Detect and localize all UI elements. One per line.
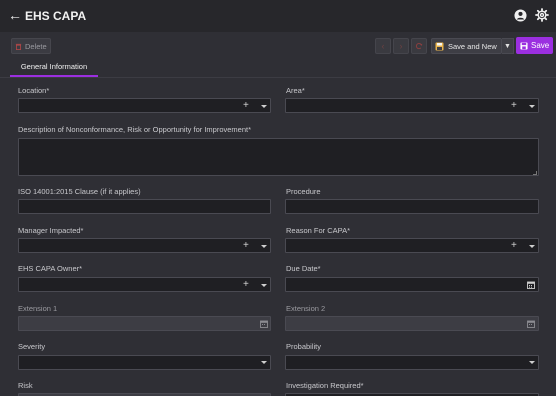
next-record-button[interactable]: › xyxy=(393,38,409,54)
delete-button[interactable]: Delete xyxy=(11,38,51,54)
procedure-label: Procedure xyxy=(286,187,321,196)
iso-clause-label: ISO 14001:2015 Clause (if it applies) xyxy=(18,187,141,196)
resize-handle[interactable] xyxy=(533,171,537,175)
chevron-down-icon[interactable] xyxy=(261,284,267,287)
chevron-right-icon: › xyxy=(399,41,403,51)
extension-2-input xyxy=(285,316,539,331)
back-arrow-icon[interactable]: ← xyxy=(8,7,22,23)
tab-general-information[interactable]: General Information xyxy=(10,60,98,76)
delete-label: Delete xyxy=(25,41,47,51)
refresh-icon xyxy=(415,42,423,50)
refresh-button[interactable] xyxy=(411,38,427,54)
area-label: Area* xyxy=(286,86,305,95)
save-label: Save xyxy=(531,41,550,50)
save-icon xyxy=(435,42,444,50)
save-and-new-label: Save and New xyxy=(448,41,497,51)
area-input[interactable] xyxy=(285,98,539,113)
iso-clause-input[interactable] xyxy=(18,199,271,214)
probability-select[interactable] xyxy=(285,355,539,370)
extension-1-label: Extension 1 xyxy=(18,304,58,313)
chevron-down-icon[interactable] xyxy=(261,245,267,248)
prev-record-button[interactable]: ‹ xyxy=(375,38,391,54)
chevron-left-icon: ‹ xyxy=(381,41,385,51)
chevron-down-icon[interactable] xyxy=(529,105,535,108)
plus-icon[interactable]: + xyxy=(511,239,517,252)
location-input[interactable] xyxy=(18,98,271,113)
due-date-label: Due Date* xyxy=(286,264,321,273)
extension-1-input xyxy=(18,316,271,331)
chevron-down-icon: ▼ xyxy=(504,42,511,50)
manager-impacted-label: Manager Impacted* xyxy=(18,226,84,235)
chevron-down-icon[interactable] xyxy=(261,105,267,108)
risk-label: Risk xyxy=(18,381,33,390)
calendar-icon[interactable] xyxy=(527,281,535,289)
probability-label: Probability xyxy=(286,342,322,351)
reason-for-capa-label: Reason For CAPA* xyxy=(286,226,351,235)
save-options-dropdown[interactable]: ▼ xyxy=(502,38,514,54)
investigation-required-label: Investigation Required* xyxy=(286,381,364,390)
app-title: EHS CAPA xyxy=(25,9,87,23)
description-label: Description of Nonconformance, Risk or O… xyxy=(18,125,252,134)
calendar-icon xyxy=(527,320,535,328)
location-label: Location* xyxy=(18,86,50,95)
ehs-capa-owner-input[interactable] xyxy=(18,277,271,292)
chevron-down-icon[interactable] xyxy=(529,245,535,248)
plus-icon[interactable]: + xyxy=(511,99,517,112)
due-date-input[interactable] xyxy=(285,277,539,292)
calendar-icon xyxy=(260,320,268,328)
user-icon[interactable] xyxy=(514,9,527,22)
severity-select[interactable] xyxy=(18,355,271,370)
description-textarea[interactable] xyxy=(18,138,539,176)
chevron-down-icon[interactable] xyxy=(261,361,267,364)
tab-divider xyxy=(0,77,556,78)
save-icon xyxy=(520,41,528,50)
severity-label: Severity xyxy=(18,342,46,351)
save-button[interactable]: Save xyxy=(516,37,553,54)
manager-impacted-input[interactable] xyxy=(18,238,271,253)
procedure-input[interactable] xyxy=(285,199,539,214)
plus-icon[interactable]: + xyxy=(243,99,249,112)
chevron-down-icon[interactable] xyxy=(529,361,535,364)
save-and-new-button[interactable]: Save and New xyxy=(431,38,502,54)
plus-icon[interactable]: + xyxy=(243,239,249,252)
extension-2-label: Extension 2 xyxy=(286,304,326,313)
ehs-capa-owner-label: EHS CAPA Owner* xyxy=(18,264,83,273)
plus-icon[interactable]: + xyxy=(243,278,249,291)
reason-for-capa-input[interactable] xyxy=(285,238,539,253)
gear-icon[interactable] xyxy=(535,8,549,22)
trash-icon xyxy=(15,43,22,50)
